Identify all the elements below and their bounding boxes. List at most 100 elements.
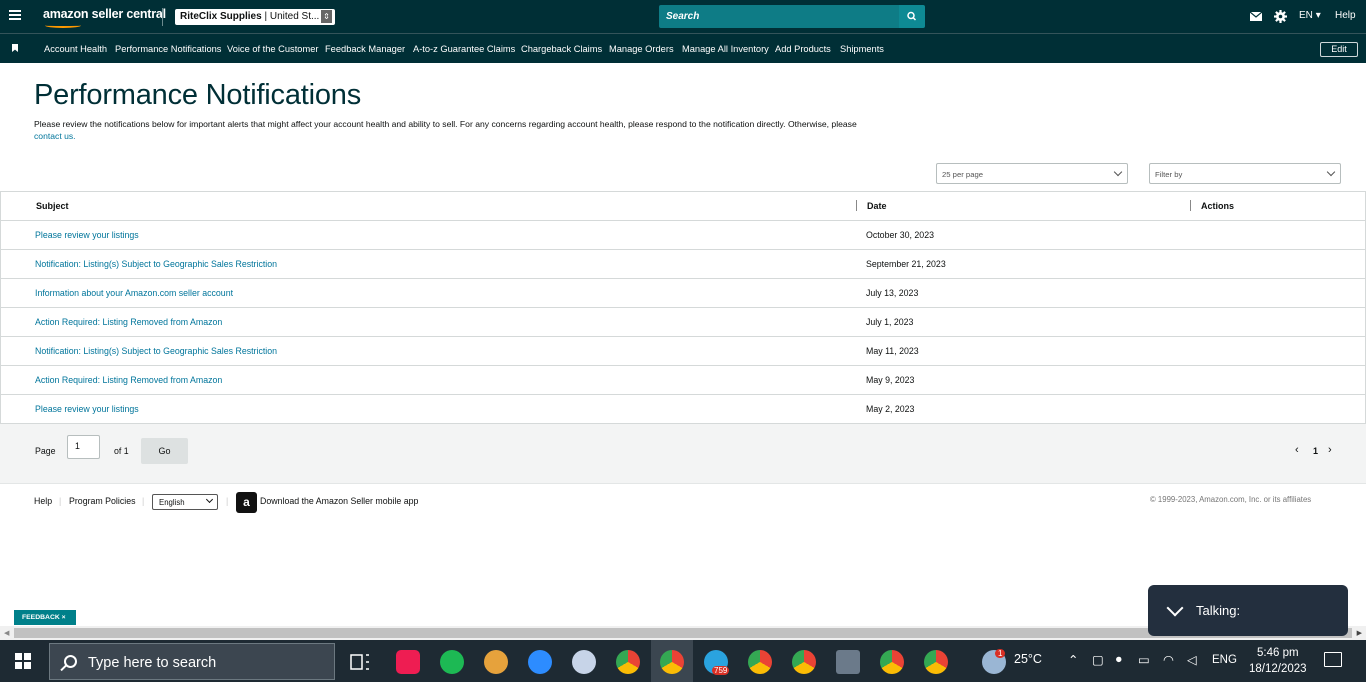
amazon-app-icon[interactable]: a	[236, 492, 257, 513]
footer-divider: |	[59, 496, 62, 506]
footer-language-select[interactable]: English	[152, 494, 218, 510]
system-clock[interactable]: 5:46 pm 18/12/2023	[1249, 645, 1307, 677]
contact-us-link[interactable]: contact us.	[34, 131, 76, 141]
volume-icon[interactable]: ◁	[1187, 652, 1197, 667]
nav-performance-notifications[interactable]: Performance Notifications	[115, 44, 221, 54]
table-row: Action Required: Listing Removed from Am…	[1, 308, 1365, 337]
page-number-input[interactable]: 1	[67, 435, 100, 459]
taskbar-search-input[interactable]: Type here to search	[49, 643, 335, 680]
notifications-table: Subject Date Actions Please review your …	[0, 191, 1366, 424]
mail-icon[interactable]	[1250, 12, 1262, 21]
wifi-icon[interactable]: ◠	[1163, 652, 1174, 667]
notification-subject-link[interactable]: Action Required: Listing Removed from Am…	[35, 317, 222, 327]
download-app-link[interactable]: Download the Amazon Seller mobile app	[260, 496, 418, 506]
temperature[interactable]: 25°C	[1014, 652, 1042, 666]
nav-voice-of-the-customer[interactable]: Voice of the Customer	[227, 44, 318, 54]
edit-nav-button[interactable]: Edit	[1320, 42, 1358, 57]
windows-start-icon[interactable]	[15, 653, 31, 669]
talking-label: Talking:	[1196, 603, 1241, 618]
calculator-icon[interactable]	[836, 650, 860, 674]
notification-date: October 30, 2023	[866, 230, 934, 240]
camera-icon[interactable]: ▢	[1092, 652, 1104, 667]
page-label: Page	[35, 446, 56, 456]
chrome-icon[interactable]	[880, 650, 904, 674]
store-selector[interactable]: RiteClix Supplies | United St... ⇕	[175, 9, 335, 25]
current-page-number[interactable]: 1	[1313, 446, 1318, 456]
feedback-tab[interactable]: FEEDBACK ×	[14, 610, 76, 625]
microphone-icon[interactable]: ●	[1115, 652, 1123, 666]
nav-shipments[interactable]: Shipments	[840, 44, 884, 54]
column-date[interactable]: Date	[867, 201, 887, 211]
language-label: EN	[1299, 10, 1313, 21]
nav-feedback-manager[interactable]: Feedback Manager	[325, 44, 405, 54]
nav-a-to-z-claims[interactable]: A-to-z Guarantee Claims	[413, 44, 515, 54]
scroll-left-icon[interactable]: ◀	[4, 629, 9, 637]
footer-language-value: English	[159, 498, 185, 507]
filter-select[interactable]: Filter by	[1149, 163, 1341, 184]
input-language[interactable]: ENG	[1212, 654, 1237, 666]
footer-help-link[interactable]: Help	[34, 496, 52, 506]
column-subject[interactable]: Subject	[36, 201, 69, 211]
paint-icon[interactable]	[572, 650, 596, 674]
table-row: Please review your listings May 2, 2023	[1, 395, 1365, 424]
telegram-badge: 759	[712, 666, 730, 675]
chrome-icon[interactable]	[792, 650, 816, 674]
battery-icon[interactable]: ▭	[1138, 652, 1150, 667]
notification-center-icon[interactable]	[1324, 652, 1342, 667]
table-row: Notification: Listing(s) Subject to Geog…	[1, 250, 1365, 279]
nav-account-health[interactable]: Account Health	[44, 44, 107, 54]
column-divider	[1190, 200, 1191, 211]
table-row: Information about your Amazon.com seller…	[1, 279, 1365, 308]
navigation-bar: Account Health Performance Notifications…	[0, 33, 1366, 63]
notification-subject-link[interactable]: Please review your listings	[35, 404, 139, 414]
search-button[interactable]	[899, 5, 925, 28]
per-page-select[interactable]: 25 per page	[936, 163, 1128, 184]
language-selector[interactable]: EN ▾	[1299, 10, 1321, 21]
notification-subject-link[interactable]: Notification: Listing(s) Subject to Geog…	[35, 259, 277, 269]
chevron-down-icon	[1326, 167, 1336, 177]
notification-date: July 1, 2023	[866, 317, 914, 327]
chrome-icon[interactable]	[660, 650, 684, 674]
help-link[interactable]: Help	[1335, 10, 1356, 21]
chevron-down-icon: ▾	[1315, 10, 1321, 21]
chevron-down-icon[interactable]	[1166, 599, 1184, 617]
page-description: Please review the notifications below fo…	[34, 119, 894, 142]
search-input[interactable]: Search	[659, 5, 900, 28]
page-count-label: of 1	[114, 446, 129, 456]
nav-manage-all-inventory[interactable]: Manage All Inventory	[682, 44, 769, 54]
gear-icon[interactable]	[1274, 10, 1287, 23]
per-page-value: 25 per page	[942, 170, 984, 179]
hamburger-menu-icon[interactable]	[9, 10, 21, 20]
chrome-icon[interactable]	[616, 650, 640, 674]
chrome-icon[interactable]	[748, 650, 772, 674]
tiktok-icon[interactable]	[396, 650, 420, 674]
logo-text: amazon seller central	[43, 7, 166, 21]
bookmark-icon[interactable]	[12, 44, 18, 52]
notification-date: May 11, 2023	[866, 346, 919, 356]
spotify-icon[interactable]	[440, 650, 464, 674]
description-text: Please review the notifications below fo…	[34, 119, 857, 129]
notification-date: September 21, 2023	[866, 259, 946, 269]
chrome-icon[interactable]	[924, 650, 948, 674]
notification-subject-link[interactable]: Action Required: Listing Removed from Am…	[35, 375, 222, 385]
previous-page-icon[interactable]: ‹	[1295, 444, 1299, 456]
game-icon[interactable]	[484, 650, 508, 674]
show-hidden-icons-icon[interactable]: ⌃	[1068, 652, 1078, 667]
notification-subject-link[interactable]: Information about your Amazon.com seller…	[35, 288, 233, 298]
program-policies-link[interactable]: Program Policies	[69, 496, 136, 506]
nav-chargeback-claims[interactable]: Chargeback Claims	[521, 44, 602, 54]
scroll-right-icon[interactable]: ▶	[1357, 629, 1362, 637]
table-header: Subject Date Actions	[1, 192, 1365, 221]
nav-add-products[interactable]: Add Products	[775, 44, 831, 54]
zoom-icon[interactable]	[528, 650, 552, 674]
nav-manage-orders[interactable]: Manage Orders	[609, 44, 674, 54]
next-page-icon[interactable]: ›	[1328, 444, 1332, 456]
task-view-icon[interactable]	[348, 650, 372, 674]
notification-subject-link[interactable]: Please review your listings	[35, 230, 139, 240]
table-row: Notification: Listing(s) Subject to Geog…	[1, 337, 1365, 366]
go-button[interactable]: Go	[141, 438, 188, 464]
amazon-seller-central-logo[interactable]: amazon seller central	[43, 7, 166, 28]
page-title: Performance Notifications	[34, 79, 362, 111]
notification-subject-link[interactable]: Notification: Listing(s) Subject to Geog…	[35, 346, 277, 356]
talking-popup[interactable]: Talking:	[1148, 585, 1348, 636]
